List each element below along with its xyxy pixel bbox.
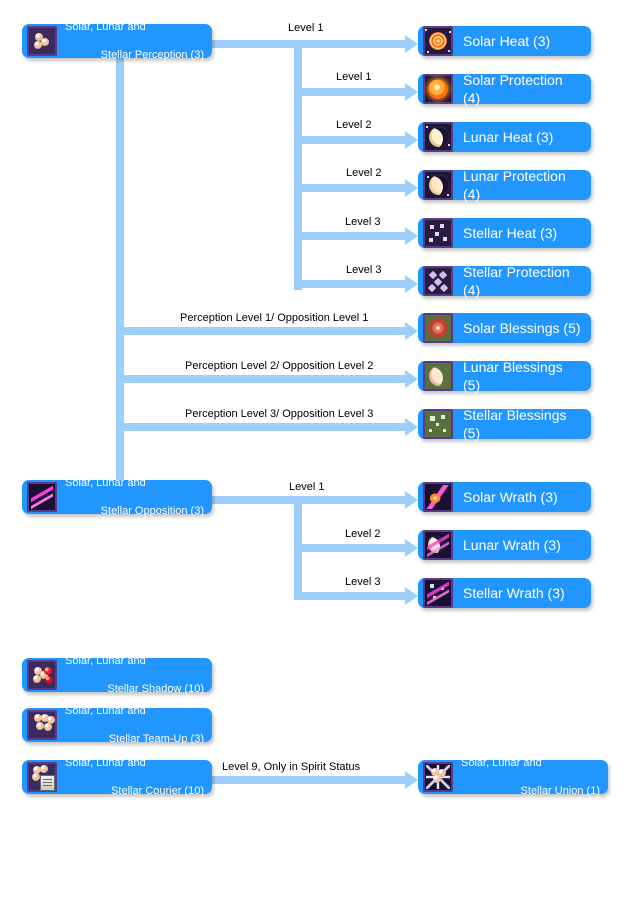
connector-courier-union [212,776,407,784]
node-label: Stellar Heat (3) [463,225,558,241]
node-stellar-opposition[interactable]: Solar, Lunar and Stellar Opposition (3) [22,477,212,517]
arrow-solar-protection [405,83,418,101]
node-label: Stellar Wrath (3) [463,585,565,601]
node-stellar-team-up[interactable]: Solar, Lunar and Stellar Team-Up (3) [22,705,212,745]
edge-label-lunar-protection: Level 2 [346,167,382,179]
node-solar-wrath[interactable]: Solar Wrath (3) [418,482,591,512]
shadow-orbs-icon [27,660,57,690]
connector-lunar-blessings [116,375,407,383]
teamup-orbs-icon [27,710,57,740]
connector-lunar-protection [294,184,407,192]
node-lunar-heat[interactable]: Lunar Heat (3) [418,122,591,152]
node-solar-blessings[interactable]: Solar Blessings (5) [418,313,591,343]
solar-ball-icon [423,74,453,104]
union-starburst-icon [423,762,453,792]
node-label: Solar, Lunar and Stellar Courier (10) [65,757,204,797]
node-stellar-wrath[interactable]: Stellar Wrath (3) [418,578,591,608]
solar-spiral-icon [423,26,453,56]
opposition-bolt-icon [27,482,57,512]
node-stellar-protection[interactable]: Stellar Protection (4) [418,264,591,298]
node-solar-protection[interactable]: Solar Protection (4) [418,72,591,106]
perception-orbs-icon [27,26,57,56]
edge-label-solar-wrath: Level 1 [289,481,325,493]
node-label: Lunar Protection (4) [463,168,566,202]
arrow-solar-wrath [405,491,418,509]
node-stellar-perception[interactable]: Solar, Lunar and Stellar Perception (3) [22,21,212,61]
connector-opposition-main [212,496,407,504]
connector-stellar-protection [294,280,407,288]
node-lunar-wrath[interactable]: Lunar Wrath (3) [418,530,591,560]
node-label: Lunar Wrath (3) [463,537,561,553]
edge-label-stellar-protection: Level 3 [346,264,382,276]
edge-label-lunar-blessings: Perception Level 2/ Opposition Level 2 [185,360,374,372]
edge-label-solar-heat: Level 1 [288,22,324,34]
solar-blessing-icon [423,313,453,343]
node-lunar-protection[interactable]: Lunar Protection (4) [418,168,591,202]
edge-label-solar-blessings: Perception Level 1/ Opposition Level 1 [180,312,369,324]
connector-lunar-heat [294,136,407,144]
node-label: Solar Blessings (5) [463,320,581,336]
connector-solar-blessings [116,327,407,335]
edge-label-lunar-heat: Level 2 [336,119,372,131]
node-label: Solar Protection (4) [463,72,563,106]
edge-label-stellar-blessings: Perception Level 3/ Opposition Level 3 [185,408,374,420]
arrow-lunar-heat [405,131,418,149]
arrow-lunar-wrath [405,539,418,557]
connector-stellar-heat [294,232,407,240]
connector-stellar-blessings [116,423,407,431]
arrow-stellar-blessings [405,418,418,436]
node-lunar-blessings[interactable]: Lunar Blessings (5) [418,359,591,393]
arrow-stellar-heat [405,227,418,245]
edge-label-union: Level 9, Only in Spirit Status [222,761,361,773]
edge-label-solar-protection: Level 1 [336,71,372,83]
lunar-wrath-icon [423,530,453,560]
node-stellar-heat[interactable]: Stellar Heat (3) [418,218,591,248]
lunar-blessing-icon [423,361,453,391]
edge-label-lunar-wrath: Level 2 [345,528,381,540]
edge-label-stellar-heat: Level 3 [345,216,381,228]
lunar-crescent-icon [423,122,453,152]
courier-package-icon [27,762,57,792]
node-label: Lunar Blessings (5) [463,359,563,393]
arrow-lunar-blessings [405,370,418,388]
arrow-union [405,771,418,789]
connector-stellar-wrath [294,592,407,600]
node-solar-heat[interactable]: Solar Heat (3) [418,26,591,56]
solar-wrath-icon [423,482,453,512]
node-label: Solar, Lunar and Stellar Opposition (3) [65,477,204,517]
stellar-diamonds-icon [423,266,453,296]
stellar-blessing-icon [423,409,453,439]
edge-label-stellar-wrath: Level 3 [345,576,381,588]
arrow-solar-blessings [405,322,418,340]
arrow-solar-heat [405,35,418,53]
node-label: Solar, Lunar and Stellar Perception (3) [65,21,204,61]
connector-perception-main [212,40,407,48]
node-label: Stellar Protection (4) [463,264,570,298]
arrow-stellar-wrath [405,587,418,605]
stellar-stars-icon [423,218,453,248]
lunar-crescent-bright-icon [423,170,453,200]
connector-perception-spine [294,40,302,290]
skill-tree-diagram: Level 1 Level 1 Level 2 Level 2 Level 3 … [0,0,632,900]
stellar-wrath-icon [423,578,453,608]
node-stellar-courier[interactable]: Solar, Lunar and Stellar Courier (10) [22,757,212,797]
connector-lunar-wrath [294,544,407,552]
node-label: Solar, Lunar and Stellar Union (1) [461,757,600,797]
node-stellar-union[interactable]: Solar, Lunar and Stellar Union (1) [418,757,608,797]
node-label: Solar Wrath (3) [463,489,558,505]
node-label: Solar Heat (3) [463,33,551,49]
node-stellar-shadow[interactable]: Solar, Lunar and Stellar Shadow (10) [22,655,212,695]
arrow-lunar-protection [405,179,418,197]
node-label: Stellar Blessings (5) [463,407,567,441]
node-stellar-blessings[interactable]: Stellar Blessings (5) [418,407,591,441]
arrow-stellar-protection [405,275,418,293]
connector-solar-protection [294,88,407,96]
node-label: Lunar Heat (3) [463,129,554,145]
